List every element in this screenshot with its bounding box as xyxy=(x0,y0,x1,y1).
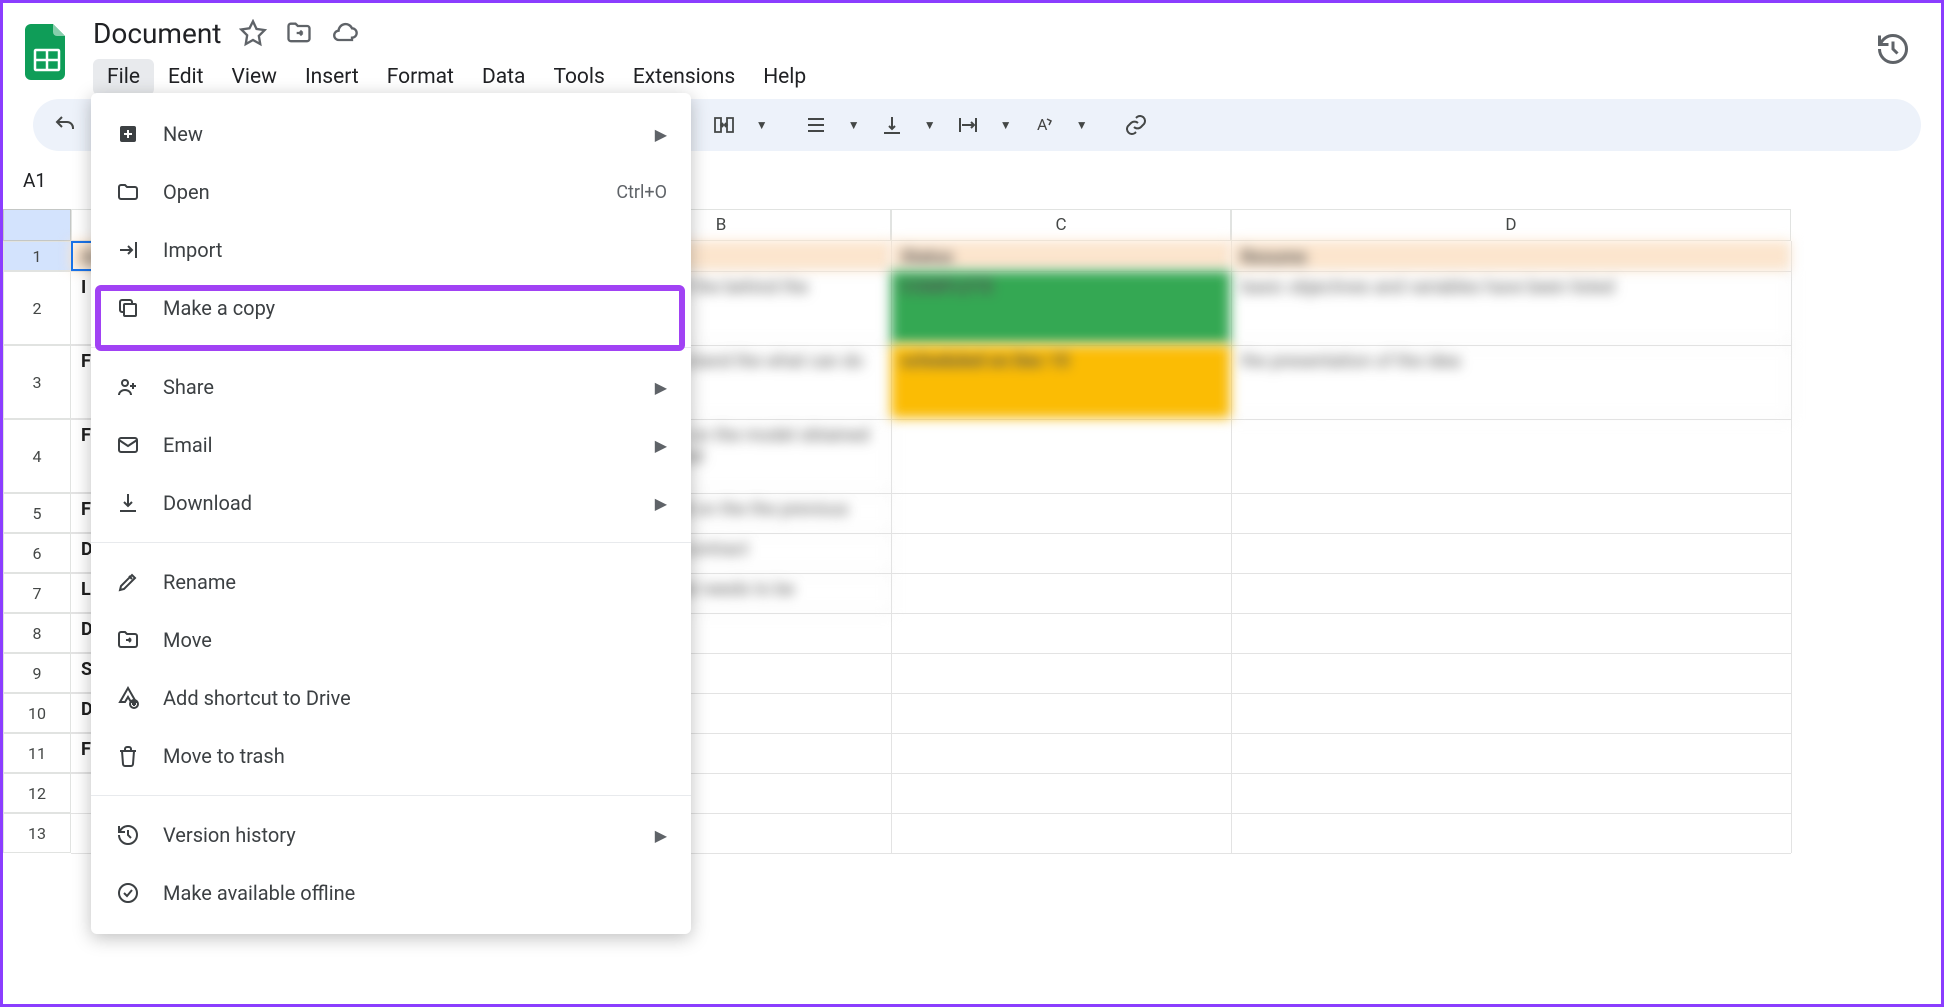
file-download[interactable]: Download ▶ xyxy=(91,474,691,532)
menu-separator xyxy=(91,795,691,796)
cell[interactable]: Status xyxy=(891,241,1231,271)
submenu-arrow-icon: ▶ xyxy=(655,436,667,455)
row-header[interactable]: 8 xyxy=(3,613,71,653)
menu-tools[interactable]: Tools xyxy=(539,59,618,95)
wrap-dropdown-icon[interactable]: ▼ xyxy=(990,105,1022,145)
row-header[interactable]: 9 xyxy=(3,653,71,693)
menu-bar: File Edit View Insert Format Data Tools … xyxy=(93,59,820,95)
select-all-corner[interactable] xyxy=(3,209,71,241)
cell[interactable]: Resume xyxy=(1231,241,1791,271)
v-align-dropdown-icon[interactable]: ▼ xyxy=(914,105,946,145)
sheets-logo[interactable] xyxy=(23,21,71,83)
row-header[interactable]: 6 xyxy=(3,533,71,573)
h-align-dropdown-icon[interactable]: ▼ xyxy=(838,105,870,145)
cloud-status-icon[interactable] xyxy=(331,19,359,47)
document-title[interactable]: Document xyxy=(93,17,221,50)
file-version-history[interactable]: Version history ▶ xyxy=(91,806,691,864)
cell[interactable]: the presentation of the idea xyxy=(1231,345,1791,419)
submenu-arrow-icon: ▶ xyxy=(655,494,667,513)
menu-separator xyxy=(91,542,691,543)
menu-format[interactable]: Format xyxy=(373,59,468,95)
offline-icon xyxy=(115,880,141,906)
star-icon[interactable] xyxy=(239,19,267,47)
drive-shortcut-icon xyxy=(115,685,141,711)
move-folder-icon[interactable] xyxy=(285,19,313,47)
app-header: Document File Edit View Insert Format Da… xyxy=(3,3,1941,99)
file-new[interactable]: New ▶ xyxy=(91,105,691,163)
file-menu-dropdown: New ▶ Open Ctrl+O Import Make a copy Sha… xyxy=(91,93,691,934)
undo-button[interactable] xyxy=(45,105,85,145)
share-icon xyxy=(115,374,141,400)
download-icon xyxy=(115,490,141,516)
name-box[interactable]: A1 xyxy=(13,169,75,192)
row-header[interactable]: 13 xyxy=(3,813,71,853)
copy-icon xyxy=(115,295,141,321)
column-header[interactable]: D xyxy=(1231,209,1791,241)
merge-dropdown-icon[interactable]: ▼ xyxy=(746,105,778,145)
row-header[interactable]: 2 xyxy=(3,271,71,345)
row-header[interactable]: 4 xyxy=(3,419,71,493)
file-email[interactable]: Email ▶ xyxy=(91,416,691,474)
row-header[interactable]: 3 xyxy=(3,345,71,419)
cell[interactable]: scheduled on Dec 15 xyxy=(891,345,1231,419)
file-available-offline[interactable]: Make available offline xyxy=(91,864,691,922)
move-icon xyxy=(115,627,141,653)
v-align-button[interactable] xyxy=(872,105,912,145)
file-add-shortcut[interactable]: Add shortcut to Drive xyxy=(91,669,691,727)
menu-file[interactable]: File xyxy=(93,59,154,95)
rename-icon xyxy=(115,569,141,595)
svg-text:A: A xyxy=(1037,115,1048,134)
row-header[interactable]: 12 xyxy=(3,773,71,813)
submenu-arrow-icon: ▶ xyxy=(655,826,667,845)
row-header[interactable]: 5 xyxy=(3,493,71,533)
cell[interactable]: COMPLETE xyxy=(891,271,1231,345)
row-header[interactable]: 10 xyxy=(3,693,71,733)
trash-icon xyxy=(115,743,141,769)
folder-open-icon xyxy=(115,179,141,205)
column-header[interactable]: C xyxy=(891,209,1231,241)
menu-data[interactable]: Data xyxy=(468,59,540,95)
file-share[interactable]: Share ▶ xyxy=(91,358,691,416)
menu-separator xyxy=(91,347,691,348)
menu-insert[interactable]: Insert xyxy=(291,59,373,95)
rotation-button[interactable]: A xyxy=(1024,105,1064,145)
menu-help[interactable]: Help xyxy=(749,59,820,95)
rotation-dropdown-icon[interactable]: ▼ xyxy=(1066,105,1098,145)
wrap-button[interactable] xyxy=(948,105,988,145)
file-make-copy[interactable]: Make a copy xyxy=(91,279,691,337)
submenu-arrow-icon: ▶ xyxy=(655,125,667,144)
menu-edit[interactable]: Edit xyxy=(154,59,218,95)
h-align-button[interactable] xyxy=(796,105,836,145)
menu-extensions[interactable]: Extensions xyxy=(619,59,749,95)
file-move[interactable]: Move xyxy=(91,611,691,669)
menu-view[interactable]: View xyxy=(218,59,291,95)
cell[interactable]: basic objectives and variables have been… xyxy=(1231,271,1791,345)
file-move-trash[interactable]: Move to trash xyxy=(91,727,691,785)
import-icon xyxy=(115,237,141,263)
file-rename[interactable]: Rename xyxy=(91,553,691,611)
merge-cells-button[interactable] xyxy=(704,105,744,145)
file-open[interactable]: Open Ctrl+O xyxy=(91,163,691,221)
history-icon xyxy=(115,822,141,848)
email-icon xyxy=(115,432,141,458)
row-header[interactable]: 11 xyxy=(3,733,71,773)
link-button[interactable] xyxy=(1116,105,1156,145)
history-icon[interactable] xyxy=(1875,31,1911,67)
file-import[interactable]: Import xyxy=(91,221,691,279)
submenu-arrow-icon: ▶ xyxy=(655,378,667,397)
row-header[interactable]: 7 xyxy=(3,573,71,613)
row-header[interactable]: 1 xyxy=(3,241,71,271)
new-icon xyxy=(115,121,141,147)
